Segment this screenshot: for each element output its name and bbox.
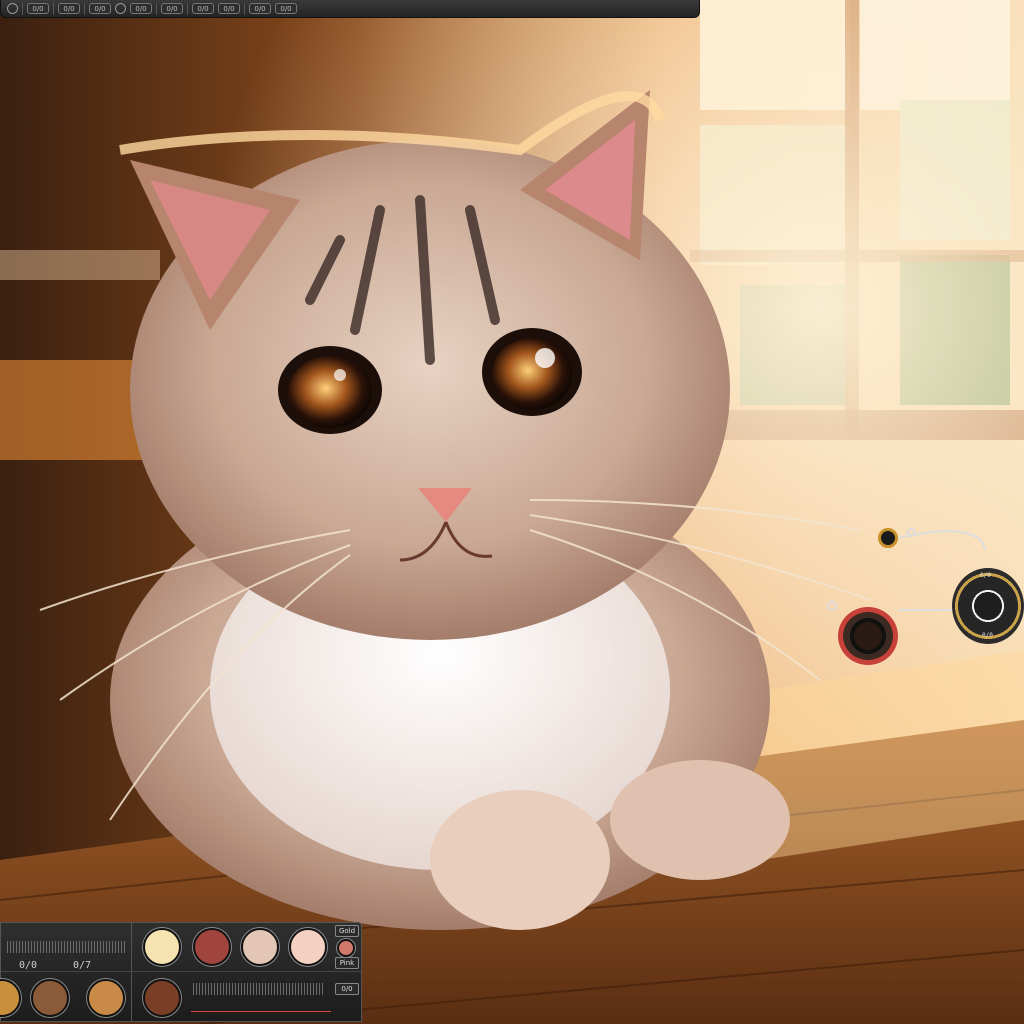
toolbar-button-2[interactable]: 0/0 [58,3,80,14]
swatch-small[interactable] [337,939,355,957]
toolbar-separator [187,2,188,15]
palette-ruler-top [7,941,127,953]
swatch-top-3[interactable] [241,928,279,966]
swatch-bottom-4[interactable] [143,979,181,1017]
red-ring-control[interactable] [838,607,898,665]
toolbar-separator [84,2,85,15]
swatch-top-1[interactable] [143,928,181,966]
palette-gold-label[interactable]: Gold [335,925,359,937]
toolbar-button-4[interactable]: 0/0 [130,3,152,14]
palette-extra-label[interactable]: 0/0 [335,983,359,995]
palette-pink-label[interactable]: Pink [335,957,359,969]
swatch-bottom-1[interactable] [0,979,21,1017]
toolbar-button-8[interactable]: 0/0 [249,3,271,14]
dial-bottom-label: 0/0 [982,632,993,639]
toolbar-target-icon[interactable] [115,3,126,14]
small-dot-handle[interactable] [907,528,916,537]
dial-top-label: 0/0 [980,572,991,579]
toolbar-button-9[interactable]: 0/0 [275,3,297,14]
canvas-scene: 0/0 0/0 0/0 0/0 0/0 0/0 0/0 0/0 0/0 0/0 … [0,0,1024,1024]
toolbar-button-6[interactable]: 0/0 [192,3,214,14]
toolbar-button-3[interactable]: 0/0 [89,3,111,14]
toolbar-separator [53,2,54,15]
swatch-bottom-3[interactable] [87,979,125,1017]
swatch-top-2[interactable] [193,928,231,966]
toolbar-separator [244,2,245,15]
palette-divider [1,971,361,972]
color-palette-panel: 0/0 0/7 Gold Pink 0/0 [0,922,362,1022]
cat-photo-artwork [0,0,1024,1024]
top-toolbar: 0/0 0/0 0/0 0/0 0/0 0/0 0/0 0/0 0/0 [0,0,700,18]
small-gold-knob[interactable] [878,528,898,548]
palette-label-a: 0/0 [19,960,38,971]
swatch-top-4[interactable] [289,928,327,966]
palette-ruler-bottom [193,983,325,995]
toolbar-button-7[interactable]: 0/0 [218,3,240,14]
toolbar-button-5[interactable]: 0/0 [161,3,183,14]
palette-red-underline [191,1011,331,1018]
toolbar-menu-button[interactable] [7,3,18,14]
swatch-bottom-2[interactable] [31,979,69,1017]
toolbar-button-1[interactable]: 0/0 [27,3,49,14]
toolbar-separator [22,2,23,15]
toolbar-separator [156,2,157,15]
palette-label-b: 0/7 [73,960,92,971]
palette-divider [131,923,132,1021]
